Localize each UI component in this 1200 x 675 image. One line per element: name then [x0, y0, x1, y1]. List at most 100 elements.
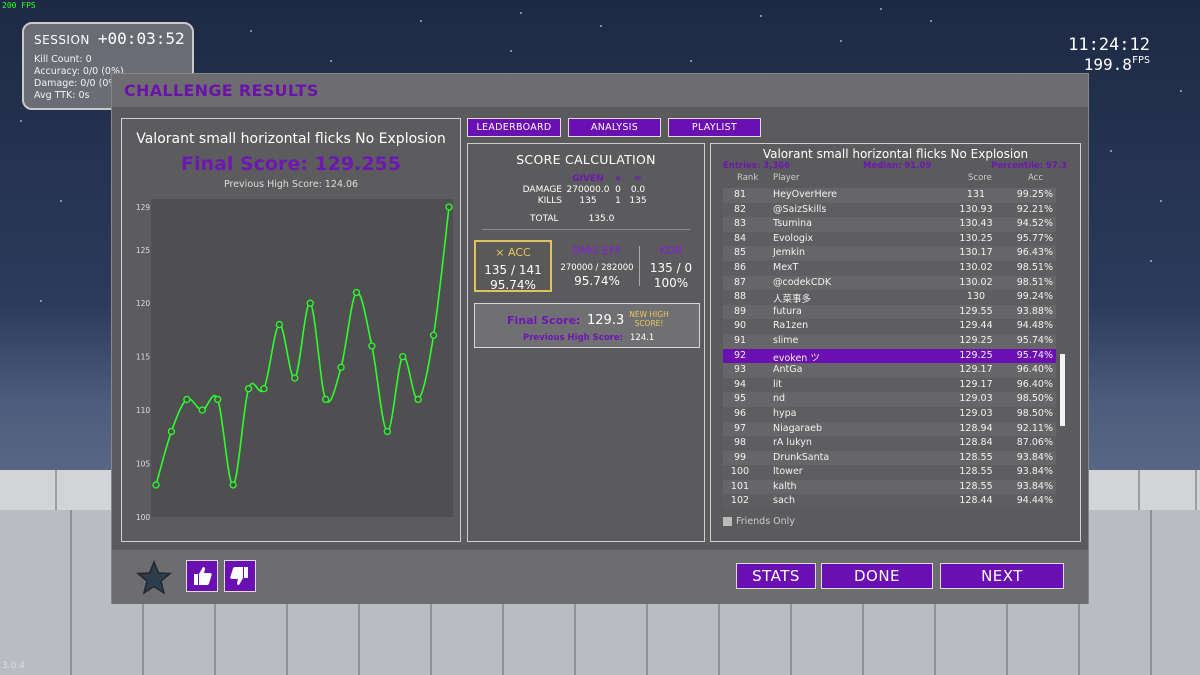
leaderboard-scrollbar[interactable] — [1060, 354, 1065, 426]
table-row[interactable]: 102 sach 128.44 94.44% — [723, 494, 1056, 510]
metric-percent: 95.74% — [490, 278, 536, 292]
window-header: CHALLENGE RESULTS — [112, 74, 1088, 107]
leaderboard-panel: Valorant small horizontal flicks No Expl… — [710, 143, 1081, 542]
thumbs-up-button[interactable] — [186, 560, 218, 592]
row-accuracy: 95.74% — [1016, 349, 1053, 361]
score-data-point[interactable] — [337, 363, 345, 371]
sky-star — [40, 300, 42, 302]
score-data-point[interactable] — [321, 395, 330, 404]
favorite-star-icon[interactable] — [136, 560, 172, 596]
friends-only-toggle[interactable]: Friends Only — [723, 516, 795, 527]
row-player: Tsumina — [773, 218, 812, 230]
row-rank: 99 — [733, 451, 747, 463]
row-accuracy: 99.24% — [1016, 291, 1053, 303]
table-row[interactable]: 84 Evologix 130.25 95.77% — [723, 231, 1056, 247]
y-tick-label: 125 — [136, 246, 151, 255]
score-data-point[interactable] — [399, 353, 407, 361]
score-data-point[interactable] — [229, 481, 237, 489]
friends-only-checkbox[interactable] — [723, 517, 732, 526]
score-data-point[interactable] — [214, 395, 222, 404]
table-row[interactable]: 88 人菜事多 130 99.24% — [723, 290, 1056, 305]
table-row[interactable]: 82 @SaizSkills 130.93 92.21% — [723, 202, 1056, 218]
score-calculation-panel: SCORE CALCULATION GIVEN × = DAMAGE 27000… — [467, 143, 705, 542]
final-score-box: Final Score: 129.3 NEW HIGH SCORE! Previ… — [474, 303, 700, 348]
final-score-heading: Final Score: 129.255 — [181, 153, 401, 175]
row-rank: 86 — [733, 261, 747, 273]
fps-unit: FPS — [1131, 55, 1150, 66]
calc-label: KILLS — [537, 196, 562, 206]
table-row[interactable]: 99 DrunkSanta 128.55 93.84% — [723, 450, 1056, 466]
score-data-point[interactable] — [429, 331, 438, 339]
column-rank[interactable]: Rank — [737, 173, 758, 183]
previous-high-value: 124.1 — [630, 333, 655, 343]
table-row[interactable]: 95 nd 129.03 98.50% — [723, 392, 1056, 407]
table-row[interactable]: 83 Tsumina 130.43 94.52% — [723, 217, 1056, 232]
sky-star — [690, 60, 692, 62]
table-row[interactable]: 96 hypa 129.03 98.50% — [723, 406, 1056, 422]
score-data-point[interactable] — [414, 395, 422, 404]
version-label: 3.0.4 — [2, 661, 25, 671]
table-row[interactable]: 92 evoken ツ 129.25 95.74% — [723, 348, 1056, 364]
stats-button[interactable]: STATS — [736, 563, 816, 589]
row-score: 128.55 — [959, 480, 993, 492]
score-data-point[interactable] — [198, 406, 206, 414]
score-data-point[interactable] — [183, 395, 191, 404]
score-data-point[interactable] — [167, 427, 176, 436]
row-player: sach — [773, 495, 796, 507]
calc-divider — [482, 229, 690, 230]
score-data-point[interactable] — [291, 374, 299, 382]
row-accuracy: 94.44% — [1016, 495, 1053, 507]
score-data-point[interactable] — [244, 385, 253, 393]
row-rank: 98 — [733, 437, 747, 449]
row-accuracy: 93.84% — [1016, 466, 1053, 478]
table-row[interactable]: 94 lit 129.17 96.40% — [723, 377, 1056, 393]
row-accuracy: 93.88% — [1016, 305, 1053, 317]
table-row[interactable]: 81 HeyOverHere 131 99.25% — [723, 188, 1056, 203]
score-data-point[interactable] — [306, 299, 314, 307]
score-data-point[interactable] — [260, 385, 268, 393]
row-rank: 91 — [733, 334, 747, 346]
table-row[interactable]: 87 @codekCDK 130.02 98.51% — [723, 275, 1056, 291]
thumbs-down-button[interactable] — [224, 560, 256, 592]
score-data-point[interactable] — [352, 288, 361, 297]
tab-leaderboard[interactable]: LEADERBOARD — [467, 118, 561, 137]
final-score-label: Final Score: — [507, 314, 581, 327]
column-accuracy[interactable]: Acc — [1028, 173, 1043, 183]
row-rank: 85 — [733, 247, 747, 259]
sky-star — [520, 12, 522, 14]
table-row[interactable]: 86 MexT 130.02 98.51% — [723, 260, 1056, 276]
calc-given: 135 — [579, 196, 597, 206]
table-row[interactable]: 101 kalth 128.55 93.84% — [723, 479, 1056, 495]
score-data-point[interactable] — [152, 481, 160, 489]
metric-percent: 95.74% — [574, 274, 620, 288]
previous-high-label: Previous High Score: — [523, 333, 624, 343]
table-row[interactable]: 93 AntGa 129.17 96.40% — [723, 363, 1056, 378]
leaderboard-percentile: Percentile: 97.3 — [991, 161, 1068, 171]
tab-playlist[interactable]: PLAYLIST — [668, 118, 761, 137]
row-player: nd — [773, 393, 786, 405]
table-row[interactable]: 89 futura 129.55 93.88% — [723, 304, 1056, 320]
next-button[interactable]: NEXT — [940, 563, 1064, 589]
metric-damage-efficiency[interactable]: DMG EFF 270000 / 282000 95.74% — [556, 240, 638, 292]
column-score[interactable]: Score — [968, 173, 992, 183]
table-row[interactable]: 90 Ra1zen 129.44 94.48% — [723, 319, 1056, 334]
score-data-point[interactable] — [445, 203, 453, 211]
score-data-point[interactable] — [275, 320, 284, 329]
row-accuracy: 99.25% — [1016, 189, 1053, 200]
score-data-point[interactable] — [383, 427, 391, 436]
done-button[interactable]: DONE — [821, 563, 933, 589]
row-rank: 88 — [733, 291, 747, 303]
table-row[interactable]: 100 ltower 128.55 93.84% — [723, 465, 1056, 480]
metric-kdr[interactable]: KDR 135 / 0 100% — [642, 240, 700, 292]
table-row[interactable]: 97 Niagaraeb 128.94 92.11% — [723, 421, 1056, 437]
thumbs-down-icon — [230, 567, 248, 585]
row-score: 130.02 — [959, 261, 993, 273]
score-data-point[interactable] — [368, 342, 376, 350]
metric-accuracy[interactable]: × ACC 135 / 141 95.74% — [474, 240, 552, 292]
tab-analysis[interactable]: ANALYSIS — [568, 118, 661, 137]
table-row[interactable]: 85 Jemkin 130.17 96.43% — [723, 246, 1056, 261]
column-player[interactable]: Player — [773, 173, 799, 183]
y-tick-label: 120 — [136, 299, 151, 308]
table-row[interactable]: 91 slime 129.25 95.74% — [723, 333, 1056, 349]
table-row[interactable]: 98 rA lukyn 128.84 87.06% — [723, 436, 1056, 451]
